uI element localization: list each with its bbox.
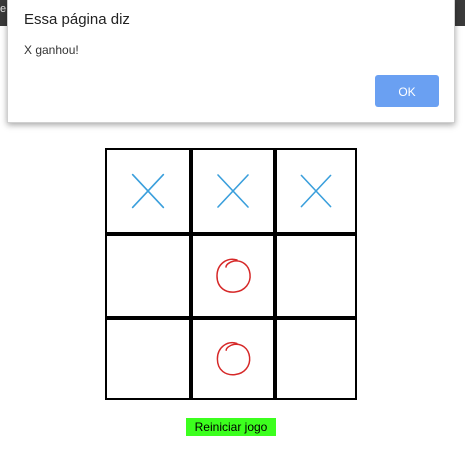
board-cell-8[interactable] [277,320,355,398]
x-mark-icon [131,173,165,209]
board-cell-1[interactable] [193,150,273,232]
o-mark-icon [216,342,251,376]
board-cell-5[interactable] [277,236,355,316]
board-cell-6[interactable] [107,320,189,398]
board-cell-4[interactable] [193,236,273,316]
dialog-message: X ganhou! [24,43,79,57]
alert-dialog: Essa página diz X ganhou! OK [7,0,455,123]
board-cell-3[interactable] [107,236,189,316]
browser-edge-text: e [0,3,7,15]
board-cell-0[interactable] [107,150,189,232]
o-mark-icon [216,258,251,293]
board-cell-2[interactable] [277,150,355,232]
page: e Reiniciar jogo Essa página diz X ganho… [0,0,465,459]
board-cell-7[interactable] [193,320,273,398]
tic-tac-toe-board [105,148,357,400]
ok-button[interactable]: OK [375,75,439,107]
restart-game-button[interactable]: Reiniciar jogo [186,418,276,436]
x-mark-icon [300,174,332,208]
dialog-title: Essa página diz [24,11,130,28]
x-mark-icon [217,174,249,208]
